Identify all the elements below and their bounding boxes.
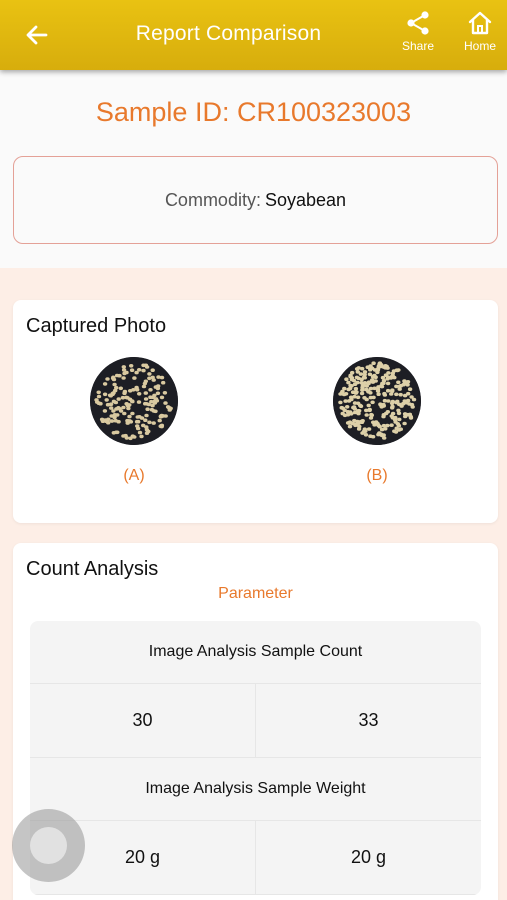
home-label: Home [463,39,496,53]
assistive-touch-button[interactable] [12,809,85,882]
count-analysis-table: Image Analysis Sample Count 30 33 Image … [30,621,481,895]
photo-caption-b: (B) [366,467,388,484]
page-title: Report Comparison [135,22,322,45]
sample-photo-a[interactable] [90,357,178,445]
value-b: 20 g [255,821,481,894]
sample-photo-b[interactable] [333,357,421,445]
photo-caption-a: (A) [123,467,145,484]
count-analysis-title: Count Analysis [26,558,159,580]
parameter-name: Image Analysis Sample Count [30,621,481,684]
sample-id: Sample ID: CR100323003 [95,97,412,127]
app-bar: Report Comparison Share Home [0,0,507,70]
value-b: 33 [255,684,481,757]
home-button[interactable]: Home [454,9,506,53]
home-icon [468,11,492,35]
commodity-label: Commodity: [164,189,261,210]
captured-photo-title: Captured Photo [26,315,167,337]
seed-sample-image-b [333,357,421,445]
share-icon [407,11,429,35]
parameter-name: Image Analysis Sample Weight [30,758,481,821]
share-button[interactable]: Share [392,9,444,53]
value-a: 30 [132,710,153,730]
commodity-box: Commodity: Soyabean [13,156,498,244]
table-row: 20 g 20 g [30,821,481,895]
share-label: Share [401,39,435,53]
commodity-value: Soyabean [264,189,347,210]
count-analysis-card: Count Analysis Parameter Image Analysis … [13,543,498,900]
parameter-header: Parameter [218,585,293,602]
seed-sample-image-a [90,357,178,445]
captured-photo-card: Captured Photo (A) (B) [13,300,498,523]
table-row: 30 33 [30,684,481,758]
assistive-touch-inner [30,827,67,864]
